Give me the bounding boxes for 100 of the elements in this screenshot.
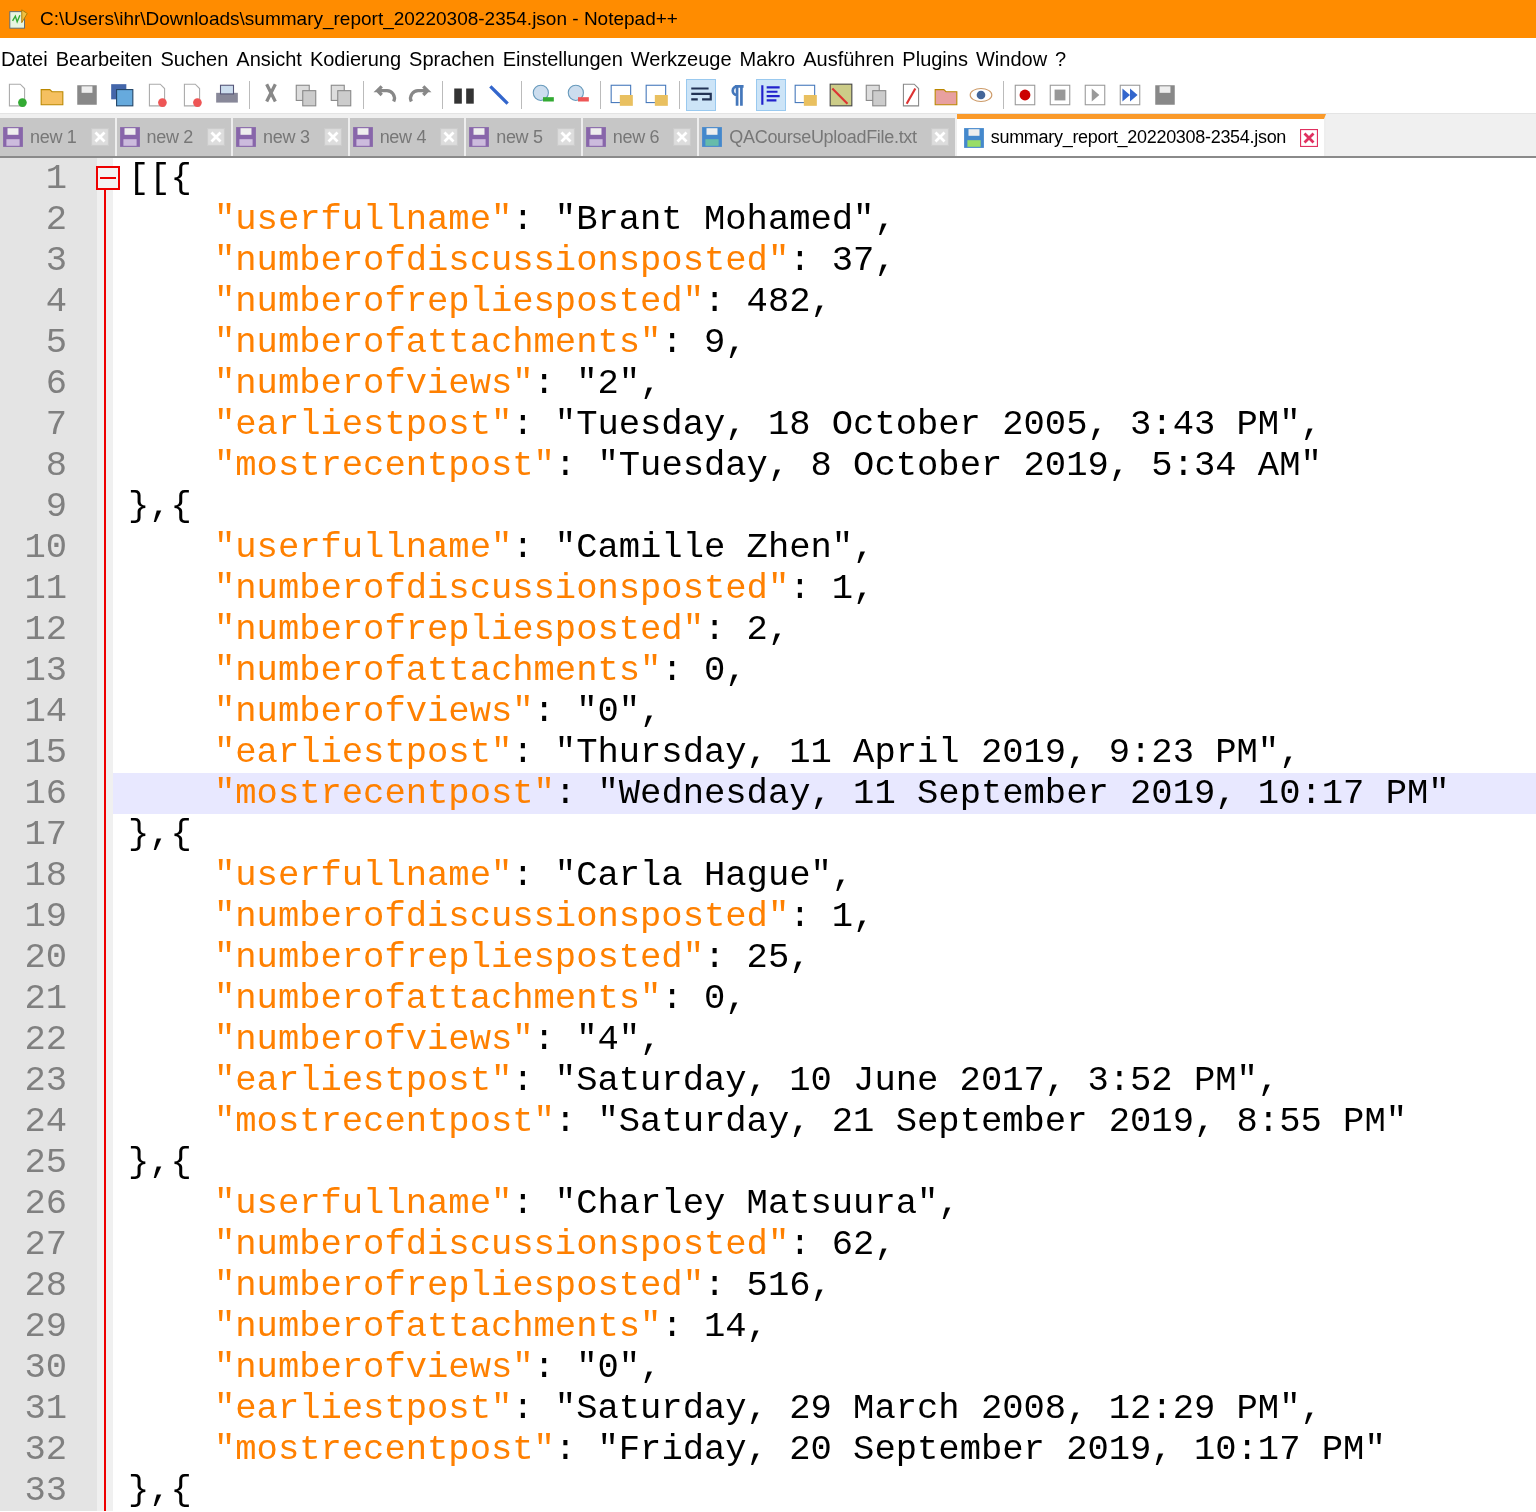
line-number: 7 xyxy=(0,404,97,445)
code-text: : 2, xyxy=(704,609,790,650)
line-number: 27 xyxy=(0,1224,97,1265)
json-key: "numberofrepliesposted" xyxy=(214,281,704,322)
json-key: "mostrecentpost" xyxy=(214,445,555,486)
word-wrap-icon[interactable] xyxy=(686,78,716,111)
json-key: "numberofdiscussionsposted" xyxy=(214,896,790,937)
tab-label: summary_report_20220308-2354.json xyxy=(990,127,1287,148)
code-text: : 516, xyxy=(704,1265,832,1306)
code-text: : 482, xyxy=(704,281,832,322)
json-key: "numberofdiscussionsposted" xyxy=(214,568,790,609)
json-key: "mostrecentpost" xyxy=(214,773,555,814)
code-text: : "Friday, 20 September 2019, 10:17 PM" xyxy=(554,1429,1386,1470)
line-number: 16 xyxy=(0,773,97,814)
line-number: 30 xyxy=(0,1347,97,1388)
json-key: "numberofviews" xyxy=(214,363,534,404)
json-key: "numberofviews" xyxy=(214,1019,534,1060)
code-text: : "Charley Matsuura", xyxy=(512,1183,960,1224)
close-icon[interactable] xyxy=(1300,128,1319,147)
code-text: : "Saturday, 21 September 2019, 8:55 PM" xyxy=(554,1101,1407,1142)
menu-item[interactable]: Bearbeiten xyxy=(54,47,160,71)
code-text: : "Thursday, 11 April 2019, 9:23 PM", xyxy=(512,732,1301,773)
code-text: : 37, xyxy=(789,240,896,281)
json-key: "mostrecentpost" xyxy=(214,1429,555,1470)
code-text: : "Saturday, 29 March 2008, 12:29 PM", xyxy=(512,1388,1322,1429)
line-number: 21 xyxy=(0,978,97,1019)
code-text: : 1, xyxy=(789,896,875,937)
line-number: 2 xyxy=(0,199,97,240)
line-number: 23 xyxy=(0,1060,97,1101)
json-key: "mostrecentpost" xyxy=(214,1101,555,1142)
menu-item[interactable]: Suchen xyxy=(159,47,236,71)
code-text: : "0", xyxy=(533,1347,662,1388)
tab-label: QACourseUploadFile.txt xyxy=(729,126,917,148)
line-number: 14 xyxy=(0,691,97,732)
line-number: 33 xyxy=(0,1470,97,1511)
code-text: : "Camille Zhen", xyxy=(512,527,875,568)
line-number: 26 xyxy=(0,1183,97,1224)
line-number: 25 xyxy=(0,1142,97,1183)
code-text: : "Brant Mohamed", xyxy=(512,199,896,240)
json-key: "numberofdiscussionsposted" xyxy=(214,240,790,281)
indent-guide-icon[interactable] xyxy=(756,78,786,111)
code-text: : 62, xyxy=(789,1224,896,1265)
line-number: 29 xyxy=(0,1306,97,1347)
code-text: : 25, xyxy=(704,937,811,978)
json-key: "earliestpost" xyxy=(214,404,513,445)
menu-item[interactable]: Kodierung xyxy=(308,47,409,71)
line-number: 31 xyxy=(0,1388,97,1429)
menu-item[interactable]: Ansicht xyxy=(235,47,309,71)
json-key: "userfullname" xyxy=(214,199,513,240)
json-key: "earliestpost" xyxy=(214,1060,513,1101)
menu-item[interactable]: Datei xyxy=(0,47,55,71)
code-text: },{ xyxy=(128,486,192,527)
code-text: : 0, xyxy=(661,650,747,691)
json-key: "userfullname" xyxy=(214,527,513,568)
code-text: [[{ xyxy=(128,158,192,199)
line-number: 11 xyxy=(0,568,97,609)
menu-item[interactable]: Window xyxy=(974,47,1055,71)
line-number: 4 xyxy=(0,281,97,322)
line-number: 1 xyxy=(0,158,97,199)
json-key: "earliestpost" xyxy=(214,732,513,773)
code-text: },{ xyxy=(128,814,192,855)
line-number: 28 xyxy=(0,1265,97,1306)
file-tab[interactable]: summary_report_20220308-2354.json xyxy=(956,114,1327,156)
menu-item[interactable]: Plugins xyxy=(901,47,975,71)
tab-label: new 5 xyxy=(496,126,543,148)
menu-item[interactable]: Ausführen xyxy=(802,47,902,71)
line-number: 19 xyxy=(0,896,97,937)
code-text: : "2", xyxy=(533,363,662,404)
tab-label: new 6 xyxy=(612,126,660,148)
code-text: : "Saturday, 10 June 2017, 3:52 PM", xyxy=(512,1060,1280,1101)
tab-label: new 4 xyxy=(379,126,427,148)
json-key: "userfullname" xyxy=(214,855,513,896)
json-key: "numberofviews" xyxy=(214,1347,534,1388)
json-key: "numberofrepliesposted" xyxy=(214,1265,704,1306)
menu-item[interactable]: ? xyxy=(1054,47,1074,71)
line-number: 5 xyxy=(0,322,97,363)
json-key: "numberofattachments" xyxy=(214,1306,662,1347)
code-text: },{ xyxy=(128,1470,192,1511)
code-text: : 0, xyxy=(661,978,747,1019)
line-number: 10 xyxy=(0,527,97,568)
code-text: : "Wednesday, 11 September 2019, 10:17 PM" xyxy=(554,773,1450,814)
code-text: : "4", xyxy=(533,1019,662,1060)
line-number: 18 xyxy=(0,855,97,896)
fold-toggle-icon[interactable] xyxy=(96,166,120,190)
line-number: 3 xyxy=(0,240,97,281)
json-key: "numberofattachments" xyxy=(214,650,662,691)
menu-item[interactable]: Sprachen xyxy=(408,47,502,71)
line-number: 8 xyxy=(0,445,97,486)
code-text: : "Carla Hague", xyxy=(512,855,854,896)
menu-item[interactable]: Werkzeuge xyxy=(629,47,739,71)
menu-item[interactable]: Makro xyxy=(738,47,803,71)
json-key: "numberofattachments" xyxy=(214,978,662,1019)
menu-item[interactable]: Einstellungen xyxy=(501,47,630,71)
line-number: 9 xyxy=(0,486,97,527)
window-title: C:\Users\ihr\Downloads\summary_report_20220308-2354.json - Notepad++ xyxy=(40,8,678,30)
json-key: "numberofviews" xyxy=(214,691,534,732)
line-number: 15 xyxy=(0,732,97,773)
line-number: 12 xyxy=(0,609,97,650)
json-key: "numberofattachments" xyxy=(214,322,662,363)
line-number: 20 xyxy=(0,937,97,978)
